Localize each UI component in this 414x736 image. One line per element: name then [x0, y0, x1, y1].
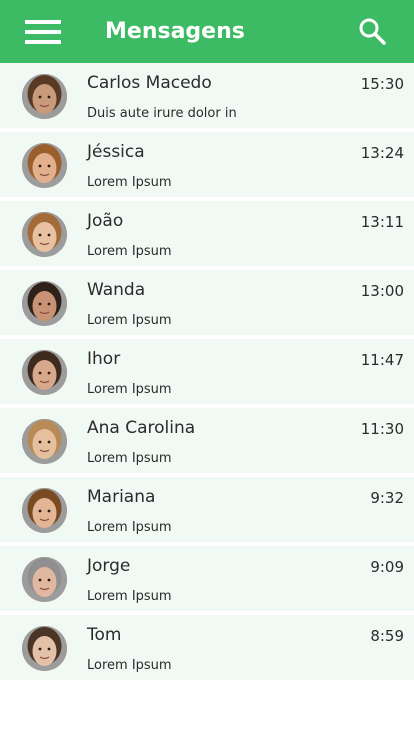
avatar	[22, 281, 67, 326]
menu-line	[25, 30, 61, 34]
avatar	[22, 74, 67, 119]
message-preview: Lorem Ipsum	[87, 589, 172, 604]
avatar	[22, 488, 67, 533]
message-preview: Duis aute irure dolor in	[87, 106, 237, 121]
menu-line	[25, 40, 61, 44]
avatar	[22, 557, 67, 602]
contact-name: Jéssica	[87, 142, 145, 162]
avatar	[22, 143, 67, 188]
contact-name: Tom	[87, 625, 122, 645]
message-time: 13:11	[360, 213, 404, 231]
conversation-row-jorge[interactable]: Jorge 9:09 Lorem Ipsum	[0, 546, 414, 611]
menu-line	[25, 20, 61, 24]
contact-name: Ana Carolina	[87, 418, 196, 438]
message-time: 15:30	[360, 75, 404, 93]
conversation-list: Carlos Macedo 15:30 Duis aute irure dolo…	[0, 63, 414, 680]
message-preview: Lorem Ipsum	[87, 520, 172, 535]
contact-name: Jorge	[87, 556, 131, 576]
contact-name: Carlos Macedo	[87, 73, 212, 93]
contact-name: Mariana	[87, 487, 156, 507]
message-preview: Lorem Ipsum	[87, 658, 172, 673]
hamburger-menu-icon[interactable]	[16, 12, 70, 52]
message-preview: Lorem Ipsum	[87, 451, 172, 466]
app-bar: Mensagens	[0, 0, 414, 63]
avatar	[22, 626, 67, 671]
contact-name: Ihor	[87, 349, 121, 369]
conversation-row-wanda[interactable]: Wanda 13:00 Lorem Ipsum	[0, 270, 414, 335]
conversation-row-carlos-macedo[interactable]: Carlos Macedo 15:30 Duis aute irure dolo…	[0, 63, 414, 128]
avatar	[22, 419, 67, 464]
conversation-row-jessica[interactable]: Jéssica 13:24 Lorem Ipsum	[0, 132, 414, 197]
message-preview: Lorem Ipsum	[87, 175, 172, 190]
message-time: 13:00	[360, 282, 404, 300]
message-time: 13:24	[360, 144, 404, 162]
message-time: 9:09	[370, 558, 404, 576]
search-icon[interactable]	[350, 10, 394, 54]
conversation-row-tom[interactable]: Tom 8:59 Lorem Ipsum	[0, 615, 414, 680]
conversation-row-ana-carolina[interactable]: Ana Carolina 11:30 Lorem Ipsum	[0, 408, 414, 473]
messages-screen: Mensagens Carlos Macedo 15:30 Duis aute …	[0, 0, 414, 736]
message-time: 8:59	[370, 627, 404, 645]
page-title: Mensagens	[105, 19, 245, 44]
message-preview: Lorem Ipsum	[87, 382, 172, 397]
contact-name: João	[87, 211, 124, 231]
conversation-row-joao[interactable]: João 13:11 Lorem Ipsum	[0, 201, 414, 266]
conversation-row-ihor[interactable]: Ihor 11:47 Lorem Ipsum	[0, 339, 414, 404]
message-time: 11:47	[360, 351, 404, 369]
avatar	[22, 350, 67, 395]
avatar	[22, 212, 67, 257]
conversation-row-mariana[interactable]: Mariana 9:32 Lorem Ipsum	[0, 477, 414, 542]
message-preview: Lorem Ipsum	[87, 313, 172, 328]
message-preview: Lorem Ipsum	[87, 244, 172, 259]
message-time: 9:32	[370, 489, 404, 507]
contact-name: Wanda	[87, 280, 146, 300]
message-time: 11:30	[360, 420, 404, 438]
